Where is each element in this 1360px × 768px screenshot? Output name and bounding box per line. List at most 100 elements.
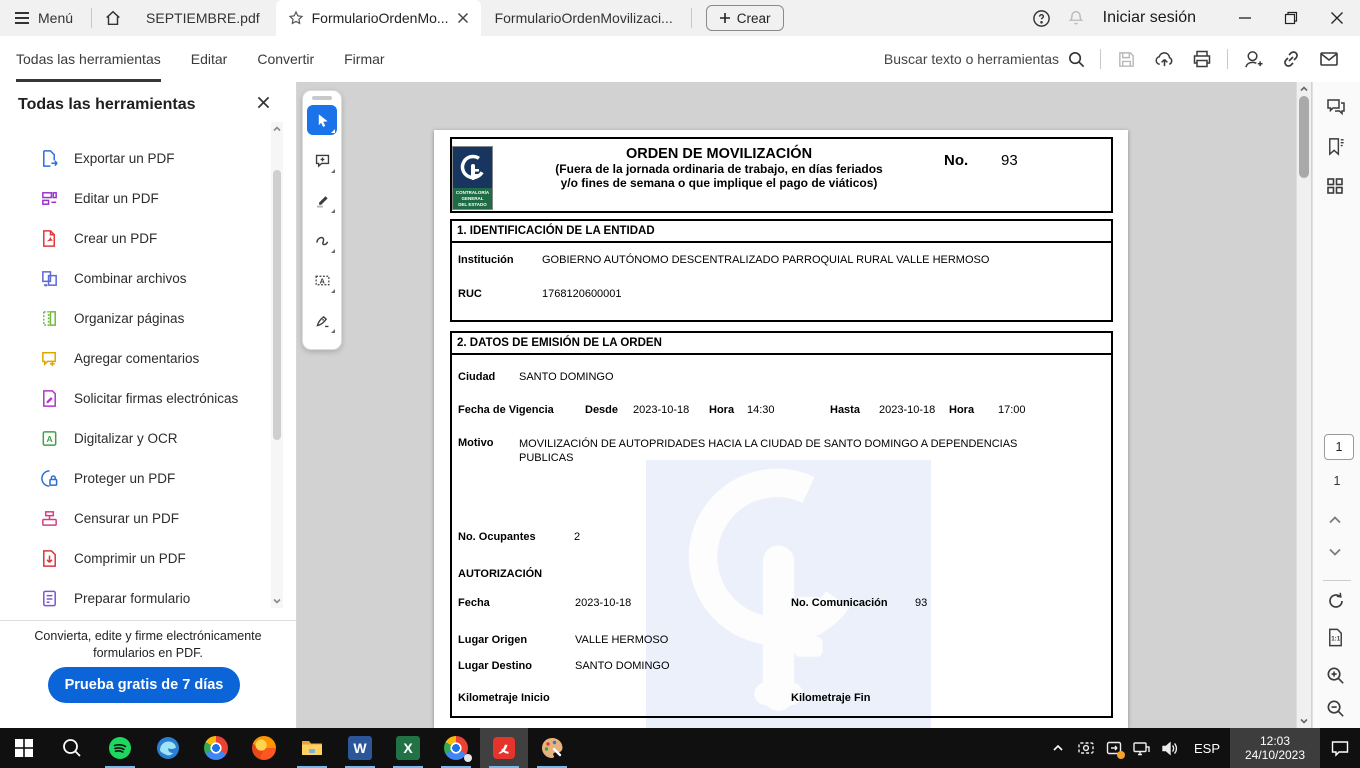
comunicacion-label: No. Comunicación bbox=[791, 597, 888, 609]
next-page-button[interactable] bbox=[1325, 542, 1349, 566]
network-tray-icon[interactable] bbox=[1128, 728, 1156, 768]
zoom-out-button[interactable] bbox=[1325, 698, 1349, 722]
minimize-button[interactable] bbox=[1222, 0, 1268, 36]
page-number-input[interactable] bbox=[1324, 434, 1354, 460]
tool-digitalizar-ocr[interactable]: A Digitalizar y OCR bbox=[0, 418, 270, 458]
tool-censurar-un-pdf[interactable]: Censurar un PDF bbox=[0, 498, 270, 538]
system-tray: ESP 12:03 24/10/2023 bbox=[1044, 728, 1360, 768]
highlight-tool-button[interactable] bbox=[307, 185, 337, 215]
desde-label: Desde bbox=[585, 404, 618, 416]
create-button[interactable]: Crear bbox=[706, 5, 784, 31]
tab-todas-las-herramientas[interactable]: Todas las herramientas bbox=[16, 36, 161, 82]
close-button[interactable] bbox=[1314, 0, 1360, 36]
select-tool-button[interactable] bbox=[307, 105, 337, 135]
previous-page-button[interactable] bbox=[1325, 510, 1349, 534]
origen-label: Lugar Origen bbox=[458, 634, 527, 646]
taskbar-edge[interactable] bbox=[144, 728, 192, 768]
sync-tray-icon[interactable] bbox=[1100, 728, 1128, 768]
add-comment-tool-button[interactable] bbox=[307, 145, 337, 175]
print-button[interactable] bbox=[1185, 43, 1219, 75]
tab-formulario-2[interactable]: FormularioOrdenMovilizaci... bbox=[481, 10, 687, 26]
tab-formulario-active[interactable]: FormularioOrdenMo... bbox=[276, 0, 481, 36]
scroll-down-icon[interactable] bbox=[1299, 716, 1309, 726]
file-explorer-icon bbox=[300, 736, 324, 760]
zoom-in-button[interactable] bbox=[1325, 665, 1349, 689]
tool-label: Preparar formulario bbox=[74, 591, 190, 606]
sign-tool-button[interactable] bbox=[307, 305, 337, 335]
document-scrollbar[interactable] bbox=[1296, 82, 1311, 728]
cursor-icon bbox=[314, 112, 330, 128]
share-link-button[interactable] bbox=[1274, 43, 1308, 75]
sign-in-button[interactable]: Iniciar sesión bbox=[1103, 9, 1196, 27]
notifications-button[interactable] bbox=[1059, 1, 1093, 35]
home-button[interactable] bbox=[96, 1, 130, 35]
hora2-value: 17:00 bbox=[998, 404, 1026, 416]
tab-septiembre[interactable]: SEPTIEMBRE.pdf bbox=[130, 10, 276, 26]
taskbar-paint3d[interactable] bbox=[528, 728, 576, 768]
network-icon bbox=[1132, 739, 1151, 758]
fit-page-button[interactable]: 1:1 bbox=[1325, 627, 1349, 651]
tab-convertir[interactable]: Convertir bbox=[257, 36, 314, 82]
add-text-tool-button[interactable]: A bbox=[307, 265, 337, 295]
panel-scroll-thumb[interactable] bbox=[273, 170, 281, 440]
draw-tool-button[interactable] bbox=[307, 225, 337, 255]
tool-agregar-comentarios[interactable]: Agregar comentarios bbox=[0, 338, 270, 378]
taskbar-search-button[interactable] bbox=[48, 728, 96, 768]
tool-organizar-paginas[interactable]: Organizar páginas bbox=[0, 298, 270, 338]
tool-exportar-un-pdf[interactable]: Exportar un PDF bbox=[0, 138, 270, 178]
add-people-button[interactable] bbox=[1236, 43, 1270, 75]
tool-label: Comprimir un PDF bbox=[74, 551, 186, 566]
toolbar-drag-handle[interactable] bbox=[312, 96, 332, 100]
tool-solicitar-firmas[interactable]: Solicitar firmas electrónicas bbox=[0, 378, 270, 418]
tab-firmar[interactable]: Firmar bbox=[344, 36, 384, 82]
panel-scrollbar[interactable] bbox=[271, 122, 283, 608]
menu-button[interactable]: Menú bbox=[0, 10, 87, 26]
start-button[interactable] bbox=[0, 728, 48, 768]
document-scroll-thumb[interactable] bbox=[1299, 96, 1309, 178]
section2-header: 2. DATOS DE EMISIÓN DE LA ORDEN bbox=[450, 331, 1113, 355]
taskbar-word[interactable]: W bbox=[336, 728, 384, 768]
free-trial-button[interactable]: Prueba gratis de 7 días bbox=[48, 667, 240, 703]
taskbar-firefox[interactable] bbox=[240, 728, 288, 768]
taskbar-spotify[interactable] bbox=[96, 728, 144, 768]
tab-label: FormularioOrdenMo... bbox=[312, 10, 449, 26]
rotate-page-button[interactable] bbox=[1325, 590, 1349, 614]
page-thumbnails-button[interactable] bbox=[1325, 176, 1349, 200]
language-indicator[interactable]: ESP bbox=[1184, 741, 1230, 756]
cge-logo: CONTRALORÍA GENERAL DEL ESTADO bbox=[452, 146, 493, 210]
volume-tray-icon[interactable] bbox=[1156, 728, 1184, 768]
tool-proteger-un-pdf[interactable]: Proteger un PDF bbox=[0, 458, 270, 498]
tool-comprimir-un-pdf[interactable]: Comprimir un PDF bbox=[0, 538, 270, 578]
taskbar-file-explorer[interactable] bbox=[288, 728, 336, 768]
share-upload-button[interactable] bbox=[1147, 43, 1181, 75]
clock[interactable]: 12:03 24/10/2023 bbox=[1230, 728, 1320, 768]
taskbar-excel[interactable]: X bbox=[384, 728, 432, 768]
search-input[interactable]: Buscar texto o herramientas bbox=[884, 50, 1086, 69]
close-tab-icon[interactable] bbox=[457, 12, 469, 24]
scroll-down-icon[interactable] bbox=[272, 596, 282, 606]
tab-editar[interactable]: Editar bbox=[191, 36, 228, 82]
bookmarks-panel-button[interactable] bbox=[1325, 136, 1349, 160]
restore-button[interactable] bbox=[1268, 0, 1314, 36]
taskbar-chrome[interactable] bbox=[192, 728, 240, 768]
print-icon bbox=[1192, 49, 1212, 69]
action-center-button[interactable] bbox=[1320, 728, 1360, 768]
close-icon bbox=[1330, 11, 1344, 25]
email-button[interactable] bbox=[1312, 43, 1346, 75]
tool-editar-un-pdf[interactable]: Editar un PDF bbox=[0, 178, 270, 218]
save-button[interactable] bbox=[1109, 43, 1143, 75]
scroll-up-icon[interactable] bbox=[1299, 84, 1309, 94]
help-button[interactable] bbox=[1025, 1, 1059, 35]
taskbar-acrobat-active[interactable] bbox=[480, 728, 528, 768]
hidden-icons-button[interactable] bbox=[1044, 728, 1072, 768]
taskbar-chrome-profile[interactable] bbox=[432, 728, 480, 768]
tool-crear-un-pdf[interactable]: Crear un PDF bbox=[0, 218, 270, 258]
tools-panel-close-button[interactable] bbox=[257, 96, 270, 109]
screen-capture-tray-icon[interactable] bbox=[1072, 728, 1100, 768]
tool-preparar-formulario[interactable]: Preparar formulario bbox=[0, 578, 270, 618]
comments-panel-button[interactable] bbox=[1325, 96, 1349, 120]
fecha-label: Fecha bbox=[458, 597, 490, 609]
star-icon[interactable] bbox=[288, 10, 304, 26]
tool-combinar-archivos[interactable]: Combinar archivos bbox=[0, 258, 270, 298]
scroll-up-icon[interactable] bbox=[272, 124, 282, 134]
